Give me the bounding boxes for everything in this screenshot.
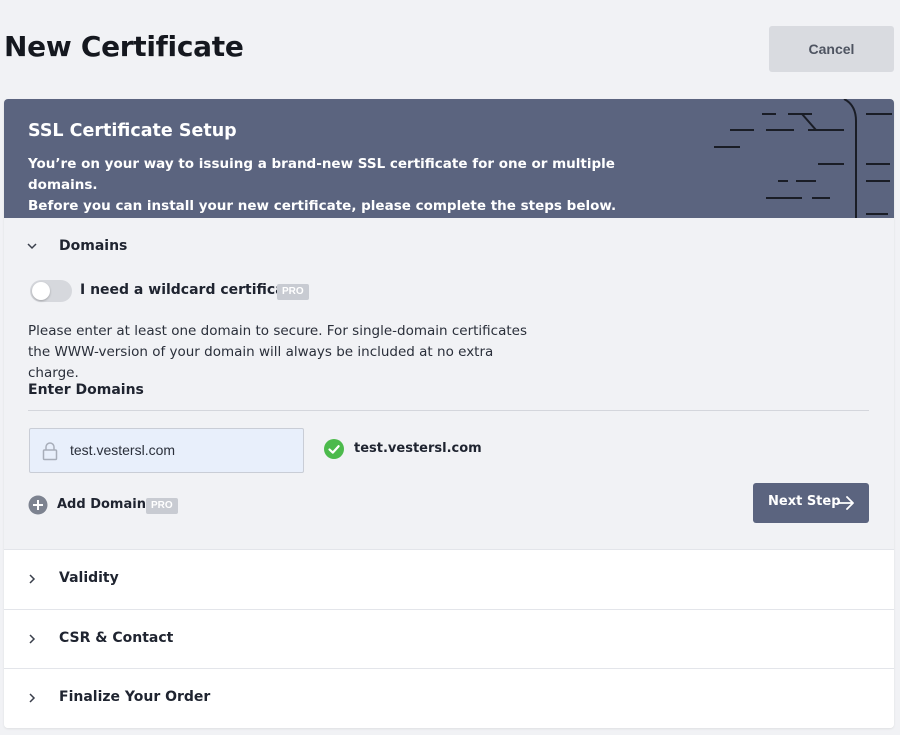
- divider: [28, 410, 869, 411]
- lock-icon: [42, 442, 58, 461]
- setup-banner: SSL Certificate Setup You’re on your way…: [4, 99, 894, 218]
- chevron-right-icon: [29, 693, 36, 703]
- next-step-label: Next Step: [768, 494, 841, 509]
- chevron-down-icon: [27, 243, 37, 250]
- step-label: Finalize Your Order: [59, 689, 211, 705]
- domains-section: Domains I need a wildcard certificate PR…: [4, 218, 894, 549]
- step-validity[interactable]: Validity: [4, 549, 894, 609]
- plus-circle-icon[interactable]: [28, 495, 48, 515]
- arrow-right-icon: [837, 496, 854, 510]
- certificate-setup-card: SSL Certificate Setup You’re on your way…: [4, 99, 894, 728]
- next-step-button[interactable]: Next Step: [753, 483, 869, 523]
- info-line-1: Please enter at least one domain to secu…: [28, 323, 527, 339]
- chevron-right-icon: [29, 574, 36, 584]
- banner-title: SSL Certificate Setup: [28, 121, 237, 141]
- domains-section-header[interactable]: Domains: [4, 218, 894, 277]
- banner-decoration: [714, 99, 892, 218]
- add-domain-button[interactable]: Add Domain: [57, 497, 146, 512]
- banner-description-line-2: Before you can install your new certific…: [28, 198, 617, 214]
- domains-info-text: Please enter at least one domain to secu…: [28, 321, 548, 384]
- cancel-button[interactable]: Cancel: [769, 26, 894, 72]
- banner-description-line-1: You’re on your way to issuing a brand-ne…: [28, 156, 615, 193]
- domains-section-label: Domains: [59, 238, 128, 254]
- wildcard-toggle[interactable]: [30, 280, 72, 302]
- verified-domain: test.vestersl.com: [354, 441, 482, 456]
- page-title: New Certificate: [4, 30, 244, 63]
- add-domain-pro-badge: PRO: [146, 498, 178, 514]
- step-finalize-order[interactable]: Finalize Your Order: [4, 668, 894, 728]
- domain-input[interactable]: test.vestersl.com: [29, 428, 304, 473]
- info-line-2: the WWW-version of your domain will alwa…: [28, 344, 494, 381]
- step-label: CSR & Contact: [59, 630, 174, 646]
- banner-description: You’re on your way to issuing a brand-ne…: [28, 154, 668, 217]
- wildcard-pro-badge: PRO: [277, 284, 309, 300]
- chevron-right-icon: [29, 634, 36, 644]
- wildcard-label: I need a wildcard certificate: [80, 282, 301, 298]
- check-circle-icon: [324, 439, 344, 459]
- toggle-knob: [32, 282, 50, 300]
- enter-domains-label: Enter Domains: [28, 382, 144, 398]
- step-csr-contact[interactable]: CSR & Contact: [4, 609, 894, 668]
- step-label: Validity: [59, 570, 119, 586]
- domain-input-value: test.vestersl.com: [70, 442, 176, 458]
